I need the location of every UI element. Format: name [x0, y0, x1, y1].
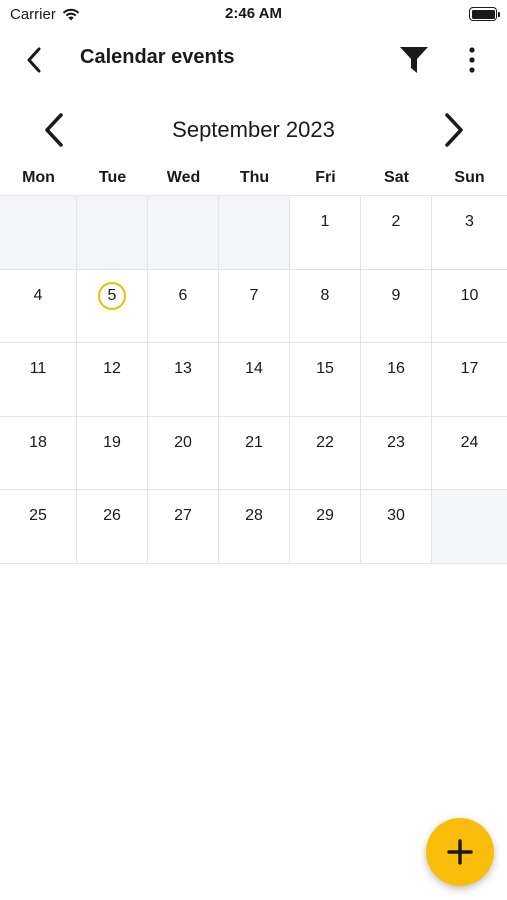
day-number: 28 — [245, 507, 263, 524]
weekday-label: Thu — [239, 169, 270, 186]
filter-button[interactable] — [396, 42, 432, 78]
calendar-day-cell[interactable]: 22 — [290, 416, 361, 490]
calendar-day-cell[interactable]: 25 — [0, 490, 77, 564]
calendar-day-cell[interactable]: 12 — [77, 343, 148, 417]
day-number: 11 — [29, 360, 47, 377]
calendar-day-cell[interactable]: 23 — [361, 416, 432, 490]
day-number: 29 — [316, 507, 334, 524]
day-number: 14 — [245, 360, 263, 377]
plus-icon — [447, 839, 473, 865]
calendar-grid: 1 2 3 4 5 6 7 8 9 10 11 12 13 14 15 16 1… — [0, 195, 507, 564]
calendar-day-cell[interactable]: 1 — [290, 196, 361, 270]
add-event-button[interactable] — [426, 818, 494, 886]
calendar-day-cell[interactable]: 18 — [0, 416, 77, 490]
weekday-label: Tue — [98, 169, 127, 186]
weekday-header: Mon Tue Wed Thu Fri Sat Sun — [0, 166, 507, 194]
battery-level — [471, 9, 495, 19]
weekday-label: Fri — [315, 169, 336, 186]
calendar-screen: Carrier 2:46 AM Calendar events Septembe… — [0, 0, 507, 900]
calendar-day-cell — [0, 196, 77, 270]
day-number: 24 — [460, 433, 479, 451]
calendar-day-cell[interactable]: 28 — [219, 490, 290, 564]
day-number: 6 — [178, 286, 188, 304]
more-options-button[interactable] — [456, 42, 488, 78]
day-number: 19 — [103, 433, 121, 451]
app-bar: Calendar events — [0, 30, 507, 86]
day-number: 17 — [460, 360, 479, 377]
calendar-day-cell[interactable]: 16 — [361, 343, 432, 417]
calendar-day-cell[interactable]: 9 — [361, 269, 432, 343]
day-number: 27 — [174, 507, 192, 524]
page-title: Calendar events — [80, 46, 235, 68]
day-number: 12 — [103, 360, 121, 377]
weekday-label: Sat — [384, 169, 409, 186]
day-number: 20 — [174, 433, 192, 451]
calendar-day-cell[interactable]: 24 — [432, 417, 507, 490]
day-number: 10 — [460, 286, 479, 304]
calendar-day-cell[interactable]: 11 — [0, 343, 77, 417]
calendar-day-cell[interactable]: 19 — [77, 416, 148, 490]
day-number: 15 — [316, 360, 334, 377]
calendar-day-cell[interactable]: 29 — [290, 490, 361, 564]
month-label: September 2023 — [172, 117, 335, 142]
weekday-label: Wed — [166, 169, 201, 186]
day-number: 16 — [387, 360, 405, 377]
day-number: 25 — [29, 507, 47, 524]
day-number: 4 — [33, 286, 43, 304]
calendar-day-cell[interactable]: 27 — [148, 490, 219, 564]
calendar-day-cell[interactable]: 2 — [361, 196, 432, 270]
day-number: 5 — [107, 286, 117, 304]
calendar-day-cell — [219, 196, 290, 270]
day-number: 21 — [245, 433, 263, 451]
day-number: 18 — [29, 433, 47, 451]
calendar-day-cell[interactable]: 4 — [0, 269, 77, 343]
calendar-day-cell[interactable]: 20 — [148, 416, 219, 490]
calendar-day-cell[interactable]: 8 — [290, 269, 361, 343]
calendar-day-cell[interactable]: 30 — [361, 490, 432, 564]
calendar-day-cell[interactable]: 6 — [148, 269, 219, 343]
day-number: 9 — [391, 286, 401, 304]
day-number: 1 — [320, 213, 330, 230]
filter-icon — [400, 47, 428, 73]
day-number: 30 — [387, 507, 405, 524]
calendar-day-cell[interactable]: 15 — [290, 343, 361, 417]
back-arrow-icon — [27, 47, 41, 73]
next-month-button[interactable] — [436, 111, 472, 149]
day-number: 23 — [387, 433, 405, 451]
calendar-day-cell-today[interactable]: 5 — [77, 269, 148, 343]
calendar-day-cell[interactable]: 17 — [432, 343, 507, 417]
day-number: 26 — [103, 507, 121, 524]
weekday-label: Mon — [22, 169, 55, 186]
calendar-day-cell[interactable]: 21 — [219, 416, 290, 490]
calendar-day-cell — [432, 490, 507, 564]
day-number: 13 — [174, 360, 192, 377]
status-time: 2:46 AM — [225, 5, 282, 22]
calendar-day-cell[interactable]: 7 — [219, 269, 290, 343]
calendar-day-cell[interactable]: 10 — [432, 270, 507, 343]
calendar-day-cell[interactable]: 14 — [219, 343, 290, 417]
back-button[interactable] — [16, 42, 52, 78]
day-number: 3 — [465, 213, 474, 230]
calendar-day-cell[interactable]: 3 — [432, 196, 507, 270]
day-number: 8 — [320, 286, 330, 304]
more-vertical-icon — [469, 47, 475, 73]
month-navigation: September 2023 — [0, 105, 507, 155]
calendar-day-cell[interactable]: 26 — [77, 490, 148, 564]
day-number: 22 — [316, 433, 334, 451]
battery-icon — [469, 7, 500, 21]
calendar-day-cell — [77, 196, 148, 270]
day-number: 7 — [249, 286, 259, 304]
day-number: 2 — [391, 213, 401, 230]
calendar-day-cell[interactable]: 13 — [148, 343, 219, 417]
status-bar: Carrier 2:46 AM — [0, 0, 507, 28]
chevron-right-icon — [445, 113, 463, 147]
weekday-label: Sun — [454, 169, 485, 186]
calendar-day-cell — [148, 196, 219, 270]
